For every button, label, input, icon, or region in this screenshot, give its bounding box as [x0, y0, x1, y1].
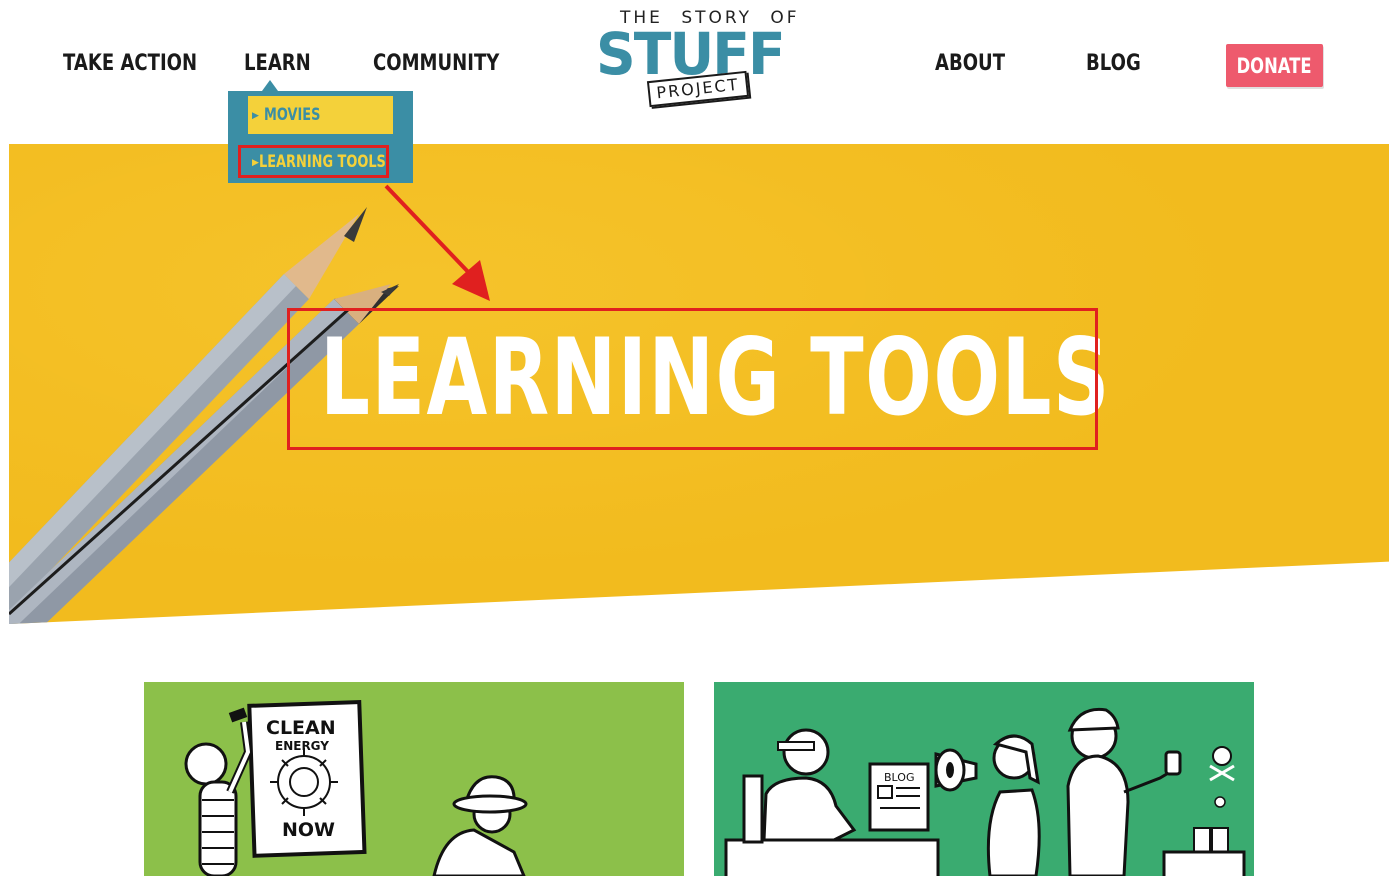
donate-label: DONATE — [1236, 53, 1313, 78]
poster-line1: CLEAN — [266, 717, 336, 739]
nav-blog[interactable]: BLOG — [1086, 48, 1141, 80]
blog-illustration: BLOG — [724, 707, 1246, 876]
nav-about[interactable]: ABOUT — [935, 48, 1005, 80]
poster-line3: NOW — [282, 819, 335, 841]
poster-line2: ENERGY — [275, 739, 329, 753]
menu-item-label: MOVIES — [264, 105, 321, 125]
site-logo[interactable]: THE STORY OF STUFF PROJECT — [594, 6, 804, 108]
clean-energy-illustration: CLEAN ENERGY NOW — [184, 699, 528, 876]
menu-highlight-box — [238, 145, 389, 178]
nav-learn[interactable]: LEARN — [244, 48, 311, 80]
learning-tool-card-clean-energy[interactable]: CLEAN ENERGY NOW — [144, 682, 684, 876]
triangle-right-icon: ▶ — [252, 109, 259, 120]
annotation-arrow-icon — [384, 184, 490, 301]
donate-button[interactable]: DONATE — [1226, 44, 1323, 87]
nav-community[interactable]: COMMUNITY — [373, 48, 499, 80]
nav-take-action[interactable]: TAKE ACTION — [63, 48, 197, 80]
dropdown-caret — [262, 80, 278, 91]
title-highlight-box — [287, 308, 1098, 450]
menu-item-movies[interactable]: ▶ MOVIES — [248, 96, 393, 134]
monitor-label: BLOG — [884, 771, 914, 784]
learning-tool-card-blog[interactable]: BLOG — [714, 682, 1254, 876]
